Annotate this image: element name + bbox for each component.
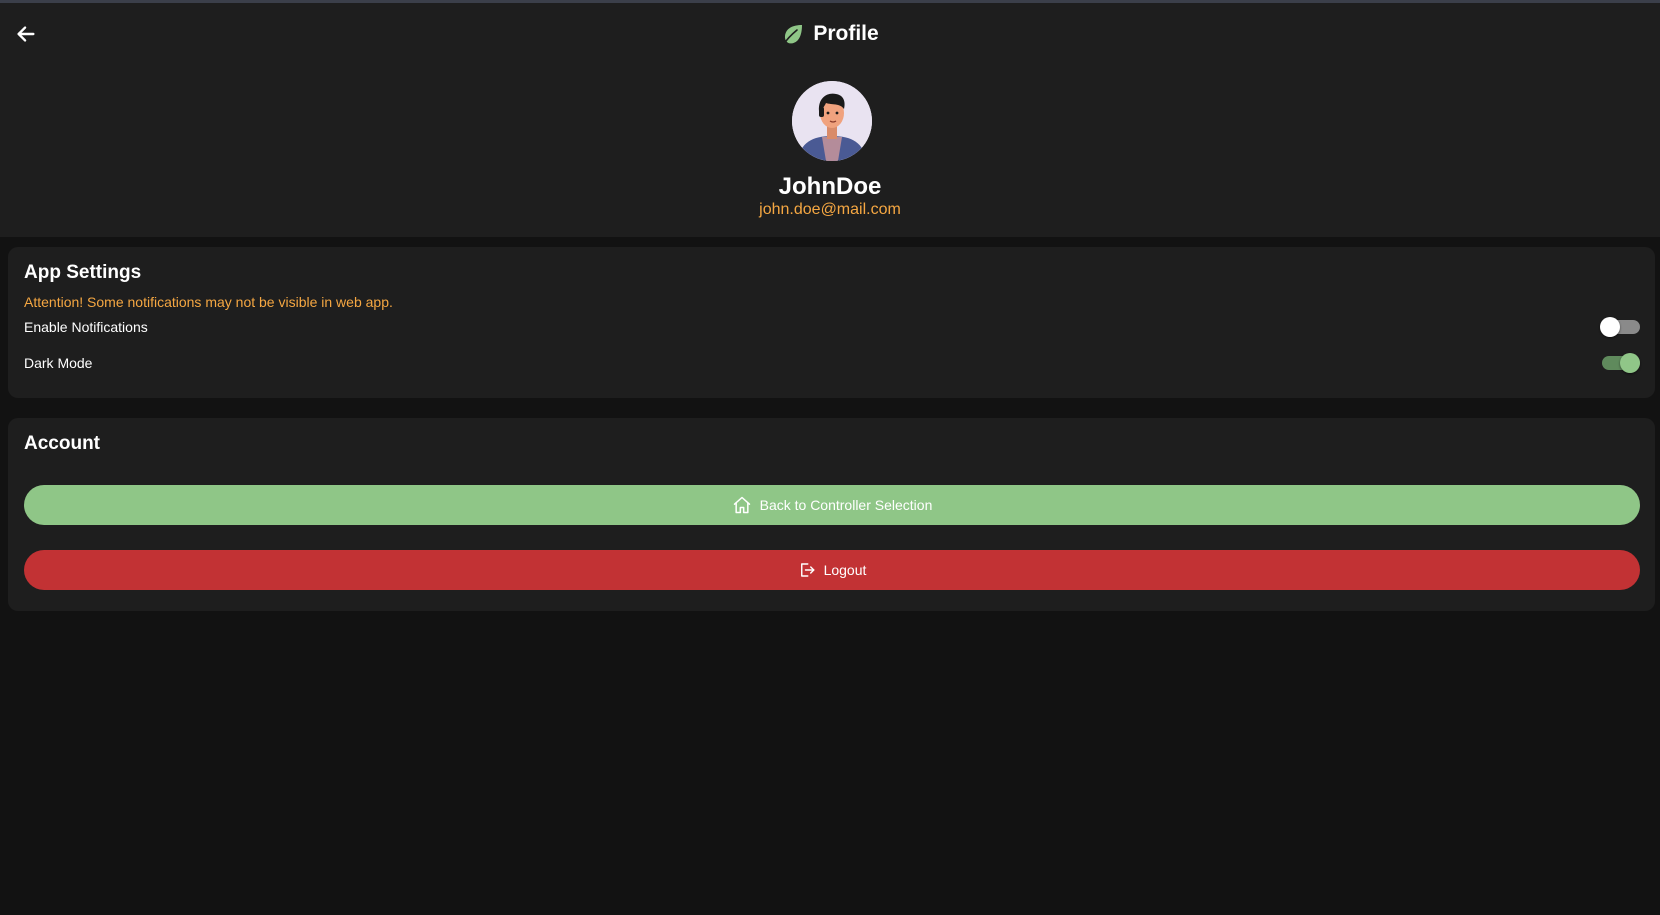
header-title-group: Profile	[0, 19, 1660, 49]
toggle-thumb	[1620, 353, 1640, 373]
enable-notifications-label: Enable Notifications	[24, 319, 148, 335]
logout-icon	[798, 561, 816, 579]
leaf-icon	[781, 21, 807, 47]
account-title: Account	[24, 433, 100, 454]
enable-notifications-toggle[interactable]	[1600, 315, 1640, 339]
back-to-controller-selection-label: Back to Controller Selection	[759, 497, 933, 513]
logout-label: Logout	[823, 562, 867, 578]
account-card: Account Back to Controller Selection Log…	[8, 418, 1655, 611]
logout-button[interactable]: Logout	[24, 550, 1640, 590]
profile-header: Profile JohnDoe john.doe@mail.com	[0, 3, 1660, 237]
username: JohnDoe	[778, 173, 882, 200]
dark-mode-label: Dark Mode	[24, 355, 93, 371]
home-icon	[732, 495, 752, 515]
user-email: john.doe@mail.com	[759, 201, 901, 218]
attention-notice: Attention! Some notifications may not be…	[24, 294, 393, 310]
toggle-thumb	[1600, 317, 1620, 337]
back-to-controller-selection-button[interactable]: Back to Controller Selection	[24, 485, 1640, 525]
dark-mode-toggle[interactable]	[1600, 351, 1640, 375]
app-settings-title: App Settings	[24, 262, 142, 283]
avatar[interactable]	[792, 81, 872, 161]
avatar-illustration	[792, 81, 872, 161]
app-settings-card: App Settings Attention! Some notificatio…	[8, 247, 1655, 398]
page-title: Profile	[813, 22, 879, 45]
